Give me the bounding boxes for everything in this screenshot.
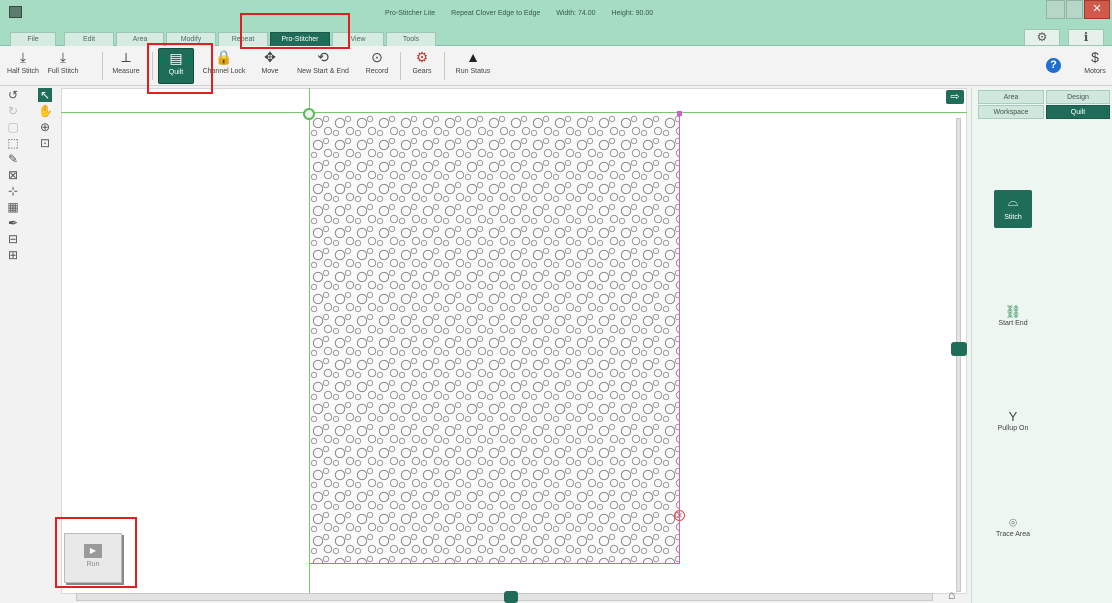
info-icon[interactable]: ℹ: [1068, 29, 1104, 46]
right-panel: Area Design Workspace Quilt ⌓ Stitch ⛓ S…: [971, 88, 1112, 603]
title-app-name: Pro-Stitcher Lite: [385, 10, 436, 17]
toolbar-separator: [400, 52, 401, 80]
panel-toggle-arrow-icon[interactable]: ⇨: [946, 90, 964, 104]
pullup-icon: Y: [1008, 409, 1018, 424]
tab-quilt-panel[interactable]: Quilt: [1046, 105, 1110, 119]
highlight-pro-stitcher-tab: [240, 13, 350, 49]
close-button[interactable]: ✕: [1084, 0, 1110, 19]
help-icon[interactable]: ?: [1046, 58, 1061, 73]
title-height: Height: 90.00: [611, 10, 654, 17]
align-icon[interactable]: ⊟: [6, 232, 20, 246]
record-label: Record: [365, 68, 389, 75]
redo-icon[interactable]: ↻: [6, 104, 20, 118]
full-stitch-button[interactable]: ⤓ Full Stitch: [44, 48, 82, 75]
run-status-label: Run Status: [455, 68, 491, 75]
stitch-tool[interactable]: ⌓ Stitch: [972, 190, 1112, 230]
stitch-glyph: ⌓: [1007, 194, 1019, 209]
tab-tools[interactable]: Tools: [386, 32, 436, 46]
full-stitch-icon: ⤓: [59, 49, 67, 65]
delete-box-icon[interactable]: ⊠: [6, 168, 20, 182]
new-start-end-button[interactable]: ⟲ New Start & End: [290, 48, 356, 75]
measure-icon: ⟂: [121, 49, 131, 65]
app-icon: [9, 6, 22, 18]
pencil-icon[interactable]: ✎: [6, 152, 20, 166]
gears-label: Gears: [412, 68, 432, 75]
tab-design-panel[interactable]: Design: [1046, 90, 1110, 104]
stitch-label: Stitch: [1004, 214, 1022, 221]
corner-marker[interactable]: [677, 111, 682, 116]
pan-icon[interactable]: ✋: [38, 104, 53, 118]
end-point-marker[interactable]: ✕: [674, 510, 685, 521]
record-button[interactable]: ⊙ Record: [360, 48, 394, 75]
maximize-button[interactable]: [1066, 0, 1083, 19]
toolbar-separator: [444, 52, 445, 80]
start-end-label: Start End: [998, 320, 1028, 327]
move-icon: ✥: [264, 49, 276, 65]
points-icon[interactable]: ⊹: [6, 184, 20, 198]
stitch-icon: ⌓ Stitch: [994, 190, 1032, 228]
start-point-marker[interactable]: [303, 108, 315, 120]
window-title: Pro-Stitcher Lite Repeat Clover Edge to …: [385, 10, 667, 17]
toolbar-separator: [102, 52, 103, 80]
gears-icon: ⚙: [415, 49, 429, 65]
zoom-icon[interactable]: ⊕: [38, 120, 52, 134]
left-tool-strip: ↺ ↖ ↻ ✋ ▢ ⊕ ⬚ ⊡ ✎ ⊠ ⊹ ▦ ✒ ⊟ ⊞: [4, 88, 60, 598]
title-design-name: Repeat Clover Edge to Edge: [451, 10, 541, 17]
motors-button[interactable]: $ Motors: [1078, 48, 1112, 75]
horizontal-guide-line: [61, 112, 967, 113]
pullup-tool[interactable]: Y Pullup On: [972, 405, 1112, 445]
trace-area-icon: ⌾: [1009, 515, 1017, 530]
home-icon[interactable]: ⌂: [948, 588, 955, 602]
pullup-label: Pullup On: [997, 425, 1029, 432]
title-width: Width: 74.00: [556, 10, 596, 17]
motors-label: Motors: [1084, 68, 1106, 75]
record-icon: ⊙: [371, 49, 383, 65]
tab-workspace-panel[interactable]: Workspace: [978, 105, 1044, 119]
full-stitch-label: Full Stitch: [47, 68, 79, 75]
undo-icon[interactable]: ↺: [6, 88, 20, 102]
start-end-icon: ⛓: [1004, 304, 1022, 319]
measure-label: Measure: [112, 68, 140, 75]
move-label: Move: [261, 68, 279, 75]
vertical-scroll-thumb[interactable]: [951, 342, 967, 356]
start-end-tool[interactable]: ⛓ Start End: [972, 300, 1112, 340]
grid-icon[interactable]: ▦: [6, 200, 20, 214]
select-box-icon[interactable]: ▢: [6, 120, 20, 134]
pointer-icon[interactable]: ↖: [38, 88, 52, 102]
tab-file[interactable]: File: [10, 32, 56, 46]
measure-button[interactable]: ⟂ Measure: [108, 48, 144, 75]
new-start-end-label: New Start & End: [297, 68, 349, 75]
tab-area-panel[interactable]: Area: [978, 90, 1044, 104]
horizontal-scroll-thumb[interactable]: [504, 591, 518, 603]
node-icon[interactable]: ⬚: [6, 136, 20, 150]
tab-edit[interactable]: Edit: [64, 32, 114, 46]
trace-area-tool[interactable]: ⌾ Trace Area: [972, 511, 1112, 551]
run-status-button[interactable]: ▲ Run Status: [450, 48, 496, 75]
distribute-icon[interactable]: ⊞: [6, 248, 20, 262]
motors-icon: $: [1091, 49, 1099, 65]
highlight-run-button: [55, 517, 137, 588]
highlight-quilt-button: [147, 43, 213, 94]
zoom-fit-icon[interactable]: ⊡: [38, 136, 52, 150]
half-stitch-button[interactable]: ⤓ Half Stitch: [4, 48, 42, 75]
pen-icon[interactable]: ✒: [6, 216, 20, 230]
quilt-pattern-area[interactable]: [310, 115, 680, 564]
gears-button[interactable]: ⚙ Gears: [406, 48, 438, 75]
half-stitch-label: Half Stitch: [7, 68, 39, 75]
new-start-end-icon: ⟲: [317, 49, 329, 65]
minimize-button[interactable]: [1046, 0, 1065, 19]
trace-area-label: Trace Area: [996, 531, 1030, 538]
move-button[interactable]: ✥ Move: [254, 48, 286, 75]
half-stitch-icon: ⤓: [19, 49, 27, 65]
title-bar: Pro-Stitcher Lite Repeat Clover Edge to …: [0, 0, 1112, 27]
gear-icon[interactable]: ⚙: [1024, 29, 1060, 46]
warning-icon: ▲: [466, 49, 480, 65]
